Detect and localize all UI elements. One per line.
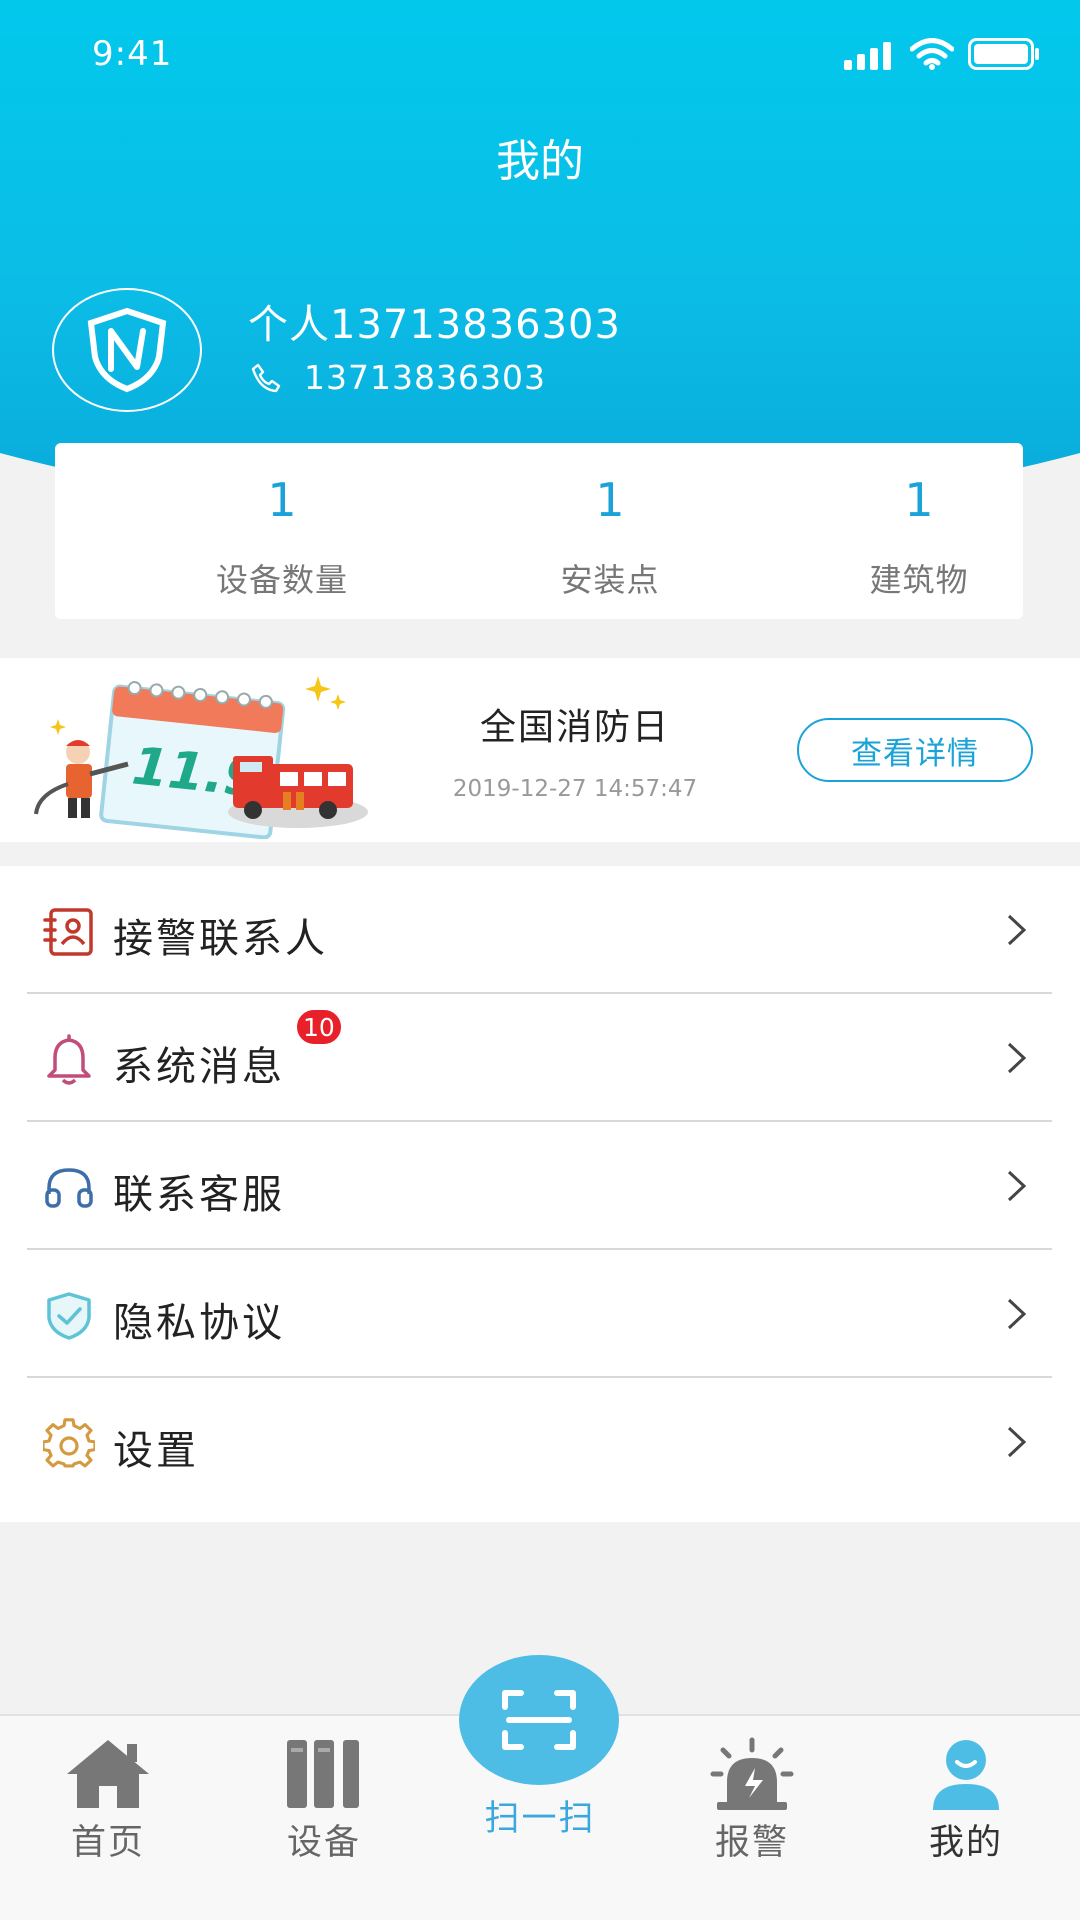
stat-value: 1 bbox=[595, 473, 625, 527]
stat-label: 安装点 bbox=[560, 561, 660, 599]
chevron-right-icon bbox=[1007, 1298, 1027, 1330]
chevron-right-icon bbox=[1007, 1170, 1027, 1202]
battery-icon bbox=[968, 38, 1039, 70]
banner-date: 2019-12-27 14:57:47 bbox=[452, 776, 698, 802]
menu-item-settings[interactable]: 设置 bbox=[27, 1378, 1052, 1506]
avatar[interactable] bbox=[52, 288, 202, 412]
stat-label: 建筑物 bbox=[869, 561, 969, 599]
tab-label: 报警 bbox=[714, 1823, 789, 1863]
device-icon bbox=[287, 1740, 359, 1808]
banner-title: 全国消防日 bbox=[479, 707, 670, 748]
shield-logo-icon bbox=[87, 307, 167, 393]
tab-devices[interactable]: 设备 bbox=[224, 1716, 424, 1920]
tab-label: 首页 bbox=[70, 1823, 145, 1863]
menu-label: 设置 bbox=[113, 1428, 199, 1474]
stat-value: 1 bbox=[904, 473, 934, 527]
stat-device-count[interactable]: 1 设备数量 bbox=[132, 443, 432, 619]
home-icon bbox=[67, 1740, 149, 1808]
menu-list: 接警联系人 系统消息 10 联系客服 隐私协议 设置 bbox=[0, 866, 1080, 1522]
chevron-right-icon bbox=[1007, 1042, 1027, 1074]
tab-home[interactable]: 首页 bbox=[8, 1716, 208, 1920]
menu-label: 系统消息 bbox=[113, 1044, 285, 1090]
menu-label: 接警联系人 bbox=[113, 916, 328, 962]
tab-alarms[interactable]: 报警 bbox=[652, 1716, 852, 1920]
status-icons bbox=[844, 36, 1040, 70]
stat-install-points[interactable]: 1 安装点 bbox=[460, 443, 760, 619]
scan-icon bbox=[502, 1690, 576, 1750]
phone-icon bbox=[251, 363, 281, 392]
menu-label: 隐私协议 bbox=[113, 1300, 285, 1346]
user-name: 个人13713836303 bbox=[248, 302, 621, 348]
menu-item-alarm-contacts[interactable]: 接警联系人 bbox=[27, 866, 1052, 994]
alarm-icon bbox=[710, 1737, 794, 1810]
fire-day-banner[interactable]: 11.9 全国消防日 2019-12-27 14:57:47 查看详情 bbox=[0, 658, 1080, 842]
stat-buildings[interactable]: 1 建筑物 bbox=[769, 443, 1069, 619]
wifi-icon bbox=[910, 38, 954, 70]
scan-label[interactable]: 扫一扫 bbox=[440, 1790, 640, 1841]
user-phone: 13713836303 bbox=[304, 358, 546, 397]
user-icon bbox=[933, 1740, 999, 1810]
signal-icon bbox=[844, 42, 891, 70]
gear-icon bbox=[43, 1418, 95, 1468]
user-phone-row: 13713836303 bbox=[250, 358, 546, 397]
tab-label: 设备 bbox=[286, 1823, 361, 1863]
page-title: 我的 bbox=[496, 136, 584, 187]
bell-icon bbox=[47, 1034, 91, 1085]
chevron-right-icon bbox=[1007, 914, 1027, 946]
menu-label: 联系客服 bbox=[113, 1172, 285, 1218]
menu-item-system-messages[interactable]: 系统消息 10 bbox=[27, 994, 1052, 1122]
contact-card-icon bbox=[43, 908, 93, 956]
headset-icon bbox=[45, 1168, 93, 1208]
stat-label: 设备数量 bbox=[215, 561, 348, 599]
stat-value: 1 bbox=[267, 473, 297, 527]
status-time: 9:41 bbox=[92, 34, 173, 74]
fire-day-illustration-icon: 11.9 bbox=[34, 676, 368, 839]
unread-badge: 10 bbox=[295, 1008, 343, 1046]
menu-item-privacy-policy[interactable]: 隐私协议 bbox=[27, 1250, 1052, 1378]
view-details-button[interactable]: 查看详情 bbox=[797, 718, 1033, 782]
stats-card: 1 设备数量 1 安装点 1 建筑物 bbox=[55, 443, 1023, 619]
scan-button[interactable] bbox=[459, 1655, 619, 1785]
status-bar: 9:41 bbox=[0, 0, 1080, 110]
chevron-right-icon bbox=[1007, 1426, 1027, 1458]
shield-check-icon bbox=[47, 1292, 91, 1340]
menu-item-customer-service[interactable]: 联系客服 bbox=[27, 1122, 1052, 1250]
tab-label: 我的 bbox=[928, 1823, 1003, 1863]
tab-mine[interactable]: 我的 bbox=[866, 1716, 1066, 1920]
